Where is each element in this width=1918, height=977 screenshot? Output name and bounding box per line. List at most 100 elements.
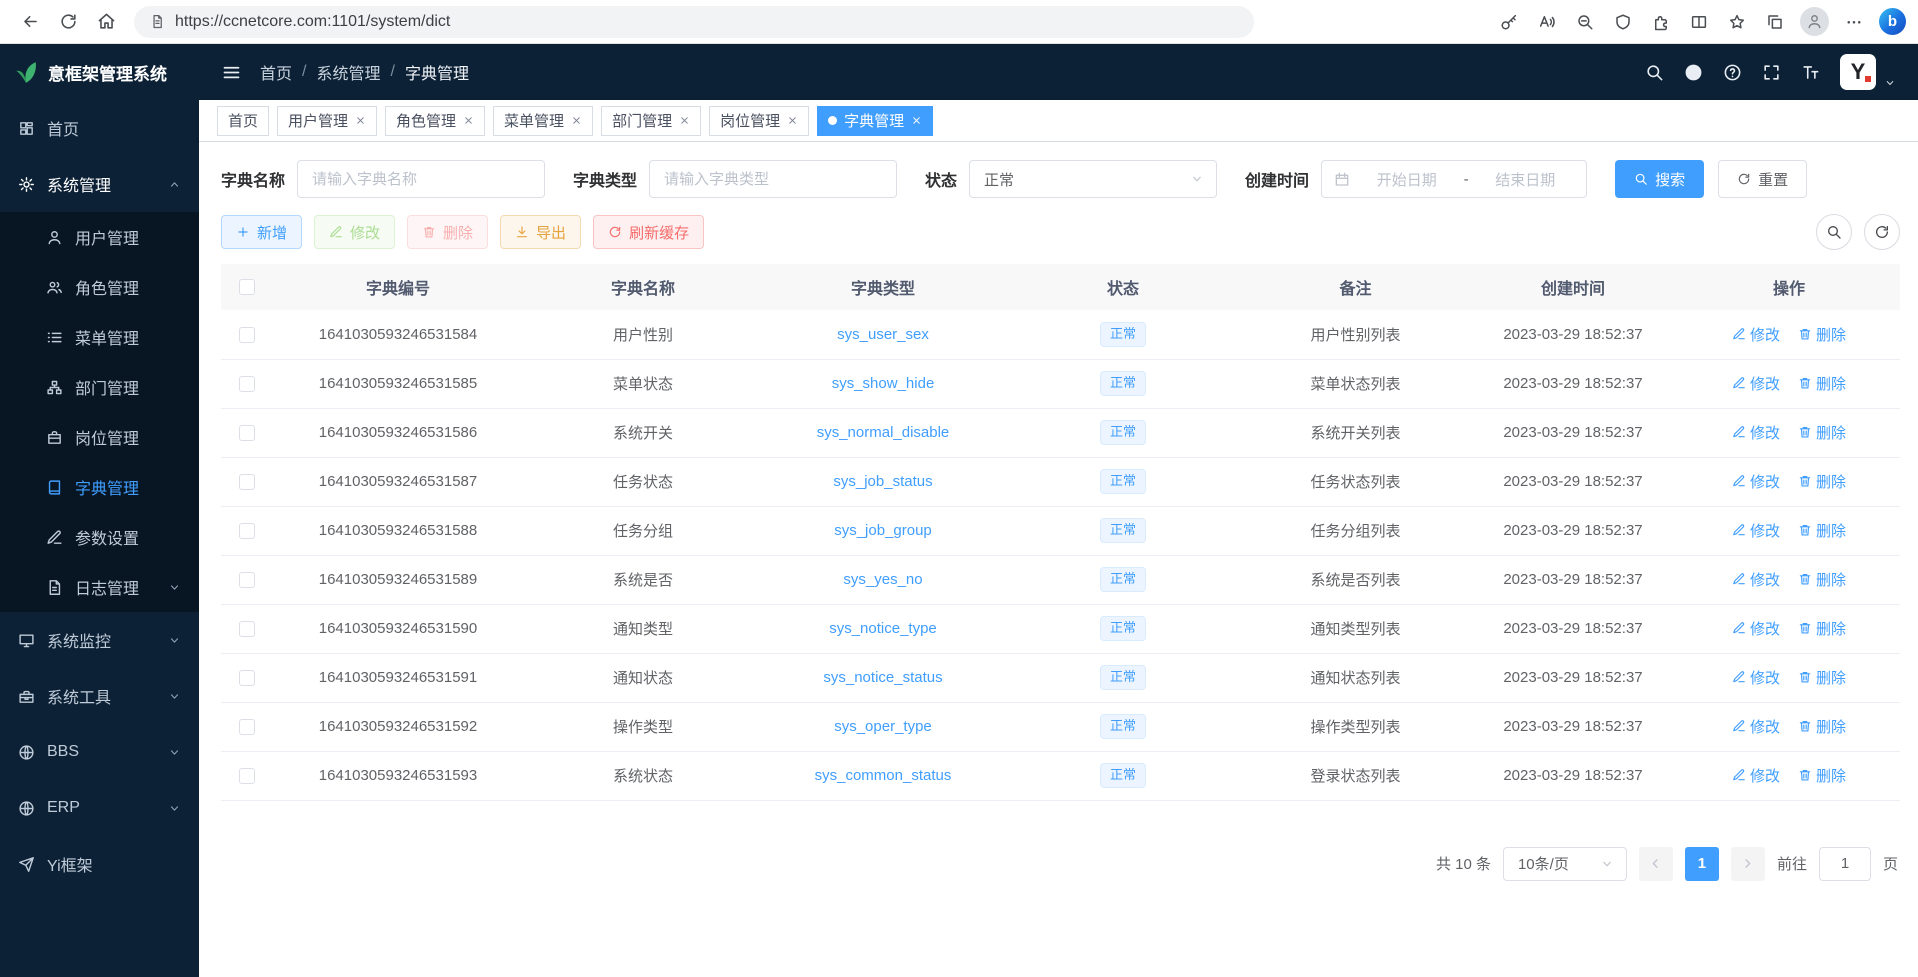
row-edit-button[interactable]: 修改 <box>1732 373 1780 394</box>
sidebar-item-log[interactable]: 日志管理 <box>0 562 199 612</box>
tab-close-icon[interactable] <box>355 115 366 126</box>
copilot-button[interactable]: b <box>1879 8 1906 35</box>
row-checkbox[interactable] <box>239 327 255 343</box>
search-button[interactable]: 搜索 <box>1615 160 1704 198</box>
row-checkbox[interactable] <box>239 523 255 539</box>
split-screen-button[interactable] <box>1681 5 1717 39</box>
sidebar-toggle-icon[interactable] <box>221 62 242 83</box>
dict-type-input[interactable] <box>649 160 897 198</box>
export-button[interactable]: 导出 <box>500 215 581 249</box>
add-button[interactable]: 新增 <box>221 215 302 249</box>
sidebar-item-menu[interactable]: 菜单管理 <box>0 312 199 362</box>
read-aloud-button[interactable] <box>1529 5 1565 39</box>
refresh-cache-button[interactable]: 刷新缓存 <box>593 215 704 249</box>
sidebar-item-home[interactable]: 首页 <box>0 100 199 156</box>
dict-type-link[interactable]: sys_notice_type <box>829 620 937 637</box>
next-page-button[interactable] <box>1731 847 1765 881</box>
zoom-button[interactable] <box>1567 5 1603 39</box>
sidebar-item-erp[interactable]: ERP <box>0 780 199 836</box>
breadcrumb-item-system[interactable]: 系统管理 <box>316 60 380 84</box>
row-checkbox[interactable] <box>239 719 255 735</box>
row-delete-button[interactable]: 删除 <box>1798 716 1846 737</box>
row-edit-button[interactable]: 修改 <box>1732 324 1780 345</box>
sidebar-item-yiframe[interactable]: Yi框架 <box>0 836 199 892</box>
sidebar-item-system[interactable]: 系统管理 <box>0 156 199 212</box>
sidebar-item-dept[interactable]: 部门管理 <box>0 362 199 412</box>
row-checkbox[interactable] <box>239 572 255 588</box>
collections-button[interactable] <box>1757 5 1793 39</box>
delete-button[interactable]: 删除 <box>407 215 488 249</box>
sidebar-item-role[interactable]: 角色管理 <box>0 262 199 312</box>
row-checkbox[interactable] <box>239 425 255 441</box>
sidebar-item-bbs[interactable]: BBS <box>0 724 199 780</box>
row-delete-button[interactable]: 删除 <box>1798 520 1846 541</box>
tab-item[interactable]: 字典管理 <box>817 106 933 136</box>
status-select[interactable]: 正常 <box>969 160 1217 198</box>
row-edit-button[interactable]: 修改 <box>1732 667 1780 688</box>
github-button[interactable] <box>1684 63 1703 82</box>
row-delete-button[interactable]: 删除 <box>1798 324 1846 345</box>
password-manager-button[interactable] <box>1491 5 1527 39</box>
tab-item[interactable]: 用户管理 <box>277 106 377 136</box>
dict-type-link[interactable]: sys_user_sex <box>837 326 929 343</box>
row-delete-button[interactable]: 删除 <box>1798 765 1846 786</box>
tab-close-icon[interactable] <box>679 115 690 126</box>
row-delete-button[interactable]: 删除 <box>1798 569 1846 590</box>
row-delete-button[interactable]: 删除 <box>1798 618 1846 639</box>
page-number-button[interactable]: 1 <box>1685 847 1719 881</box>
favorites-button[interactable] <box>1719 5 1755 39</box>
chevron-down-icon[interactable] <box>1884 77 1896 89</box>
extensions-button[interactable] <box>1643 5 1679 39</box>
dict-name-input[interactable] <box>297 160 545 198</box>
row-delete-button[interactable]: 删除 <box>1798 471 1846 492</box>
tab-item[interactable]: 部门管理 <box>601 106 701 136</box>
row-edit-button[interactable]: 修改 <box>1732 471 1780 492</box>
dict-type-link[interactable]: sys_show_hide <box>832 375 935 392</box>
tab-close-icon[interactable] <box>571 115 582 126</box>
sidebar-item-monitor[interactable]: 系统监控 <box>0 612 199 668</box>
edit-button[interactable]: 修改 <box>314 215 395 249</box>
user-avatar[interactable]: Y <box>1840 54 1876 90</box>
dict-type-link[interactable]: sys_job_group <box>834 522 932 539</box>
font-size-button[interactable] <box>1801 63 1820 82</box>
select-all-checkbox[interactable] <box>239 279 255 295</box>
row-delete-button[interactable]: 删除 <box>1798 667 1846 688</box>
fullscreen-button[interactable] <box>1762 63 1781 82</box>
row-edit-button[interactable]: 修改 <box>1732 422 1780 443</box>
browser-refresh-button[interactable] <box>50 5 86 39</box>
dict-type-link[interactable]: sys_normal_disable <box>817 424 950 441</box>
tab-close-icon[interactable] <box>787 115 798 126</box>
sidebar-item-config[interactable]: 参数设置 <box>0 512 199 562</box>
sidebar-item-tools[interactable]: 系统工具 <box>0 668 199 724</box>
row-edit-button[interactable]: 修改 <box>1732 765 1780 786</box>
tab-item[interactable]: 角色管理 <box>385 106 485 136</box>
browser-home-button[interactable] <box>88 5 124 39</box>
dict-type-link[interactable]: sys_job_status <box>833 473 932 490</box>
row-checkbox[interactable] <box>239 768 255 784</box>
tab-item[interactable]: 菜单管理 <box>493 106 593 136</box>
row-checkbox[interactable] <box>239 474 255 490</box>
sidebar-item-post[interactable]: 岗位管理 <box>0 412 199 462</box>
reset-button[interactable]: 重置 <box>1718 160 1807 198</box>
dict-type-link[interactable]: sys_common_status <box>815 767 952 784</box>
browser-menu-button[interactable] <box>1836 5 1872 39</box>
breadcrumb-item-home[interactable]: 首页 <box>260 60 292 84</box>
row-delete-button[interactable]: 删除 <box>1798 373 1846 394</box>
refresh-table-button[interactable] <box>1864 214 1900 250</box>
sidebar-item-dict[interactable]: 字典管理 <box>0 462 199 512</box>
row-delete-button[interactable]: 删除 <box>1798 422 1846 443</box>
row-edit-button[interactable]: 修改 <box>1732 569 1780 590</box>
row-checkbox[interactable] <box>239 376 255 392</box>
row-edit-button[interactable]: 修改 <box>1732 618 1780 639</box>
tracking-prevention-button[interactable] <box>1605 5 1641 39</box>
row-checkbox[interactable] <box>239 621 255 637</box>
page-size-select[interactable]: 10条/页 <box>1503 847 1627 881</box>
tab-item[interactable]: 首页 <box>217 106 269 136</box>
row-checkbox[interactable] <box>239 670 255 686</box>
row-edit-button[interactable]: 修改 <box>1732 520 1780 541</box>
address-bar[interactable]: https://ccnetcore.com:1101/system/dict <box>134 6 1254 38</box>
prev-page-button[interactable] <box>1639 847 1673 881</box>
goto-page-input[interactable] <box>1819 847 1871 881</box>
header-search-button[interactable] <box>1645 63 1664 82</box>
dict-type-link[interactable]: sys_oper_type <box>834 718 932 735</box>
